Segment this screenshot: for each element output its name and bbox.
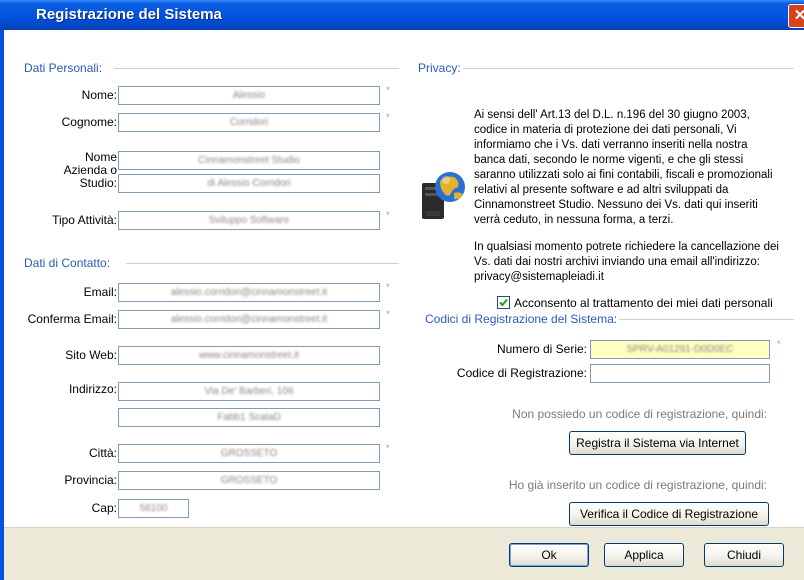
computer-globe-icon [422,172,465,219]
registration-window: Registrazione del Sistema ✕ Dati Persona… [0,0,804,580]
provincia-label: Provincia: [64,473,117,487]
indirizzo-field-2[interactable]: Fabb1 ScalaD [118,408,380,427]
dati-personali-header: Dati Personali: [24,61,103,75]
numero-serie-label: Numero di Serie: [496,342,587,356]
required-marker: * [386,112,390,122]
dati-contatto-header: Dati di Contatto: [24,256,111,270]
email-field[interactable]: alessio.corridori@cinnamonstreet.it [118,283,380,302]
indirizzo-label: Indirizzo: [68,382,117,396]
privacy-paragraph-1: Ai sensi dell' Art.13 del D.L. n.196 del… [474,109,773,226]
divider [619,319,794,320]
sito-web-label: Sito Web: [65,348,117,362]
required-marker: * [386,282,390,292]
tipo-attivita-label: Tipo Attività: [52,213,117,227]
azienda-field-2[interactable]: di Alessio Corridori [118,174,380,193]
codice-registrazione-field[interactable] [590,364,770,383]
divider [114,68,399,69]
ok-button[interactable]: Ok [509,543,589,567]
no-code-note: Non possiedo un codice di registrazione,… [512,407,767,421]
tipo-attivita-field[interactable]: Sviluppo Software [118,211,380,230]
numero-serie-field[interactable]: SPRV-A01291-D0D0EC [590,340,770,359]
verify-code-button[interactable]: Verifica il Codice di Registrazione [569,502,769,526]
cognome-field[interactable]: Corridori [118,113,380,132]
cap-field[interactable]: 58100 [118,499,189,518]
required-marker: * [386,85,390,95]
azienda-field-1[interactable]: Cinnamonstreet Studio [118,151,380,170]
nome-label: Nome: [81,88,117,102]
has-code-note: Ho già inserito un codice di registrazio… [508,478,767,492]
privacy-text: Ai sensi dell' Art.13 del D.L. n.196 del… [474,108,779,297]
chiudi-button[interactable]: Chiudi [704,543,784,567]
conferma-email-field[interactable]: alessio.corridori@cinnamonstreet.it [118,310,380,329]
divider [126,263,399,264]
privacy-header: Privacy: [418,61,461,75]
required-marker: * [386,210,390,220]
close-button[interactable]: ✕ [788,4,804,28]
register-via-internet-button[interactable]: Registra il Sistema via Internet [569,431,746,455]
consent-checkbox[interactable] [497,296,510,309]
consent-label[interactable]: Acconsento al trattamento dei miei dati … [514,296,773,310]
required-marker: * [386,309,390,319]
required-marker: * [386,443,390,453]
dialog-footer: Ok Applica Chiudi [4,527,804,580]
codici-header: Codici di Registrazione del Sistema: [425,312,618,326]
citta-field[interactable]: GROSSETO [118,444,380,463]
required-marker: * [777,339,781,349]
azienda-label: Nome Azienda o Studio: [63,150,117,190]
codice-registrazione-label: Codice di Registrazione: [456,366,587,380]
window-title: Registrazione del Sistema [36,6,222,23]
indirizzo-field-1[interactable]: Via De' Barberi, 106 [118,382,380,401]
applica-button[interactable]: Applica [604,543,684,567]
nome-field[interactable]: Alessio [118,86,380,105]
title-bar[interactable]: Registrazione del Sistema ✕ [0,0,804,30]
citta-label: Città: [88,446,117,460]
conferma-email-label: Conferma Email: [27,312,117,326]
cap-label: Cap: [91,501,117,515]
checkmark-icon [499,298,508,307]
sito-web-field[interactable]: www.cinnamonstreet.it [118,346,380,365]
cognome-label: Cognome: [61,115,117,129]
email-label: Email: [83,285,117,299]
dialog-body: Dati Personali: Nome: Alessio * Cognome:… [4,30,804,580]
provincia-field[interactable]: GROSSETO [118,471,380,490]
divider [463,68,794,69]
privacy-paragraph-2: In qualsiasi momento potrete richiedere … [474,241,779,283]
